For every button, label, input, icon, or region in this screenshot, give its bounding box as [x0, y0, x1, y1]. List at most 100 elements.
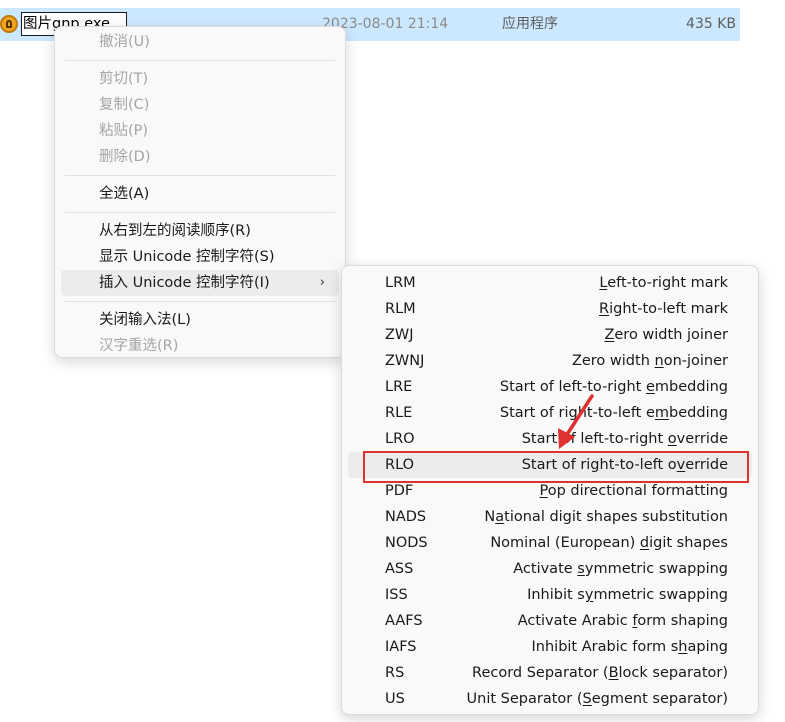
menu-separator: [65, 175, 335, 176]
desc-text: tional digit shapes substitution: [504, 509, 728, 525]
menu-item-copy[interactable]: 复制(C): [61, 92, 339, 118]
control-description: Start of left-to-right override: [522, 426, 728, 452]
control-code: LRO: [385, 431, 415, 447]
desc-text: ero width joiner: [614, 327, 728, 343]
access-key: S: [582, 691, 592, 707]
submenu-item-lro[interactable]: LRO Start of left-to-right override: [348, 426, 752, 452]
submenu-item-rle[interactable]: RLE Start of right-to-left embedding: [348, 400, 752, 426]
chevron-right-icon: ›: [319, 275, 325, 290]
desc-text: igit shapes: [649, 535, 728, 551]
unicode-control-submenu: LRM Left-to-right mark RLM Right-to-left ma…: [341, 265, 759, 715]
desc-text: on-joiner: [663, 353, 728, 369]
menu-item-paste[interactable]: 粘贴(P): [61, 118, 339, 144]
submenu-item-us[interactable]: US Unit Separator (Segment separator): [348, 686, 752, 712]
menu-item-close-ime[interactable]: 关闭输入法(L): [61, 307, 339, 333]
menu-item-delete[interactable]: 删除(D): [61, 144, 339, 170]
desc-text: Inhibit Arabic form s: [531, 639, 679, 655]
desc-text: N: [484, 509, 496, 525]
desc-text: ymmetric swapping: [584, 561, 728, 577]
control-code: ZWNJ: [385, 353, 425, 369]
control-code: IAFS: [385, 639, 417, 655]
desc-text: Start of left-to-right: [521, 431, 668, 447]
menu-item-insert-unicode-control[interactable]: 插入 Unicode 控制字符(I) ›: [61, 270, 339, 296]
menu-separator: [65, 212, 335, 213]
control-description: Start of right-to-left embedding: [500, 400, 728, 426]
access-key: m: [654, 405, 670, 421]
control-description: Record Separator (Block separator): [472, 660, 728, 686]
desc-text: Nominal (European): [490, 535, 640, 551]
menu-item-rtl-reading-order[interactable]: 从右到左的阅读顺序(R): [61, 218, 339, 244]
file-size: 435 KB: [686, 16, 736, 32]
desc-text: eft-to-right mark: [607, 275, 728, 291]
menu-item-reconvert[interactable]: 汉字重选(R): [61, 333, 339, 359]
access-key: s: [577, 561, 585, 577]
submenu-item-zwnj[interactable]: ZWNJ Zero width non-joiner: [348, 348, 752, 374]
control-description: Start of left-to-right embedding: [500, 374, 728, 400]
submenu-item-ass[interactable]: ASS Activate symmetric swapping: [348, 556, 752, 582]
submenu-item-rs[interactable]: RS Record Separator (Block separator): [348, 660, 752, 686]
desc-text: mmetric swapping: [593, 587, 728, 603]
access-key: Z: [604, 327, 615, 343]
control-description: Nominal (European) digit shapes: [490, 530, 728, 556]
desc-text: Activate Arabic: [517, 613, 633, 629]
submenu-item-iafs[interactable]: IAFS Inhibit Arabic form shaping: [348, 634, 752, 660]
desc-text: Zero width: [571, 353, 655, 369]
control-code: US: [385, 691, 405, 707]
desc-text: lock separator): [618, 665, 728, 681]
desc-text: Start of right-to-left e: [499, 405, 655, 421]
access-key: e: [645, 379, 655, 395]
context-menu: 撤消(U) 剪切(T) 复制(C) 粘贴(P) 删除(D) 全选(A) 从右到左…: [54, 26, 346, 358]
access-key: a: [495, 509, 505, 525]
submenu-item-zwj[interactable]: ZWJ Zero width joiner: [348, 322, 752, 348]
submenu-item-rlm[interactable]: RLM Right-to-left mark: [348, 296, 752, 322]
access-key: R: [599, 301, 610, 317]
desc-text: Activate: [513, 561, 578, 577]
menu-item-select-all[interactable]: 全选(A): [61, 181, 339, 207]
desc-text: bedding: [669, 405, 728, 421]
control-description: Zero width joiner: [604, 322, 728, 348]
access-key: P: [539, 483, 548, 499]
desc-text: Unit Separator (: [466, 691, 583, 707]
menu-separator: [65, 301, 335, 302]
desc-text: Start of left-to-right: [499, 379, 646, 395]
desc-text: orm shaping: [637, 613, 728, 629]
control-code: RLE: [385, 405, 413, 421]
control-code: NODS: [385, 535, 428, 551]
app-exe-icon: [0, 15, 18, 33]
submenu-item-lrm[interactable]: LRM Left-to-right mark: [348, 270, 752, 296]
control-code: RS: [385, 665, 405, 681]
desc-text: egment separator): [591, 691, 728, 707]
control-description: Activate symmetric swapping: [513, 556, 728, 582]
submenu-item-aafs[interactable]: AAFS Activate Arabic form shaping: [348, 608, 752, 634]
control-description: Activate Arabic form shaping: [518, 608, 728, 634]
submenu-item-nads[interactable]: NADS National digit shapes substitution: [348, 504, 752, 530]
control-code: ASS: [385, 561, 414, 577]
submenu-item-nods[interactable]: NODS Nominal (European) digit shapes: [348, 530, 752, 556]
access-key: B: [608, 665, 619, 681]
file-type: 应用程序: [502, 16, 558, 32]
submenu-item-lre[interactable]: LRE Start of left-to-right embedding: [348, 374, 752, 400]
control-code: LRM: [385, 275, 416, 291]
desc-text: ight-to-left mark: [609, 301, 728, 317]
control-code: RLM: [385, 301, 416, 317]
control-code: AAFS: [385, 613, 423, 629]
control-description: National digit shapes substitution: [484, 504, 728, 530]
menu-item-show-unicode-control[interactable]: 显示 Unicode 控制字符(S): [61, 244, 339, 270]
control-description: Left-to-right mark: [599, 270, 728, 296]
menu-item-undo[interactable]: 撤消(U): [61, 29, 339, 55]
control-description: Inhibit Arabic form shaping: [532, 634, 728, 660]
desc-text: op directional formatting: [547, 483, 728, 499]
annotation-highlight-box: [363, 451, 749, 483]
menu-item-cut[interactable]: 剪切(T): [61, 66, 339, 92]
control-code: ISS: [385, 587, 408, 603]
access-key: d: [639, 535, 650, 551]
access-key: n: [654, 353, 664, 369]
submenu-item-iss[interactable]: ISS Inhibit symmetric swapping: [348, 582, 752, 608]
menu-separator: [65, 60, 335, 61]
access-key: o: [667, 431, 677, 447]
control-description: Right-to-left mark: [599, 296, 728, 322]
control-description: Zero width non-joiner: [572, 348, 728, 374]
control-code: NADS: [385, 509, 427, 525]
menu-item-label: 插入 Unicode 控制字符(I): [99, 275, 270, 291]
desc-text: Record Separator (: [472, 665, 609, 681]
